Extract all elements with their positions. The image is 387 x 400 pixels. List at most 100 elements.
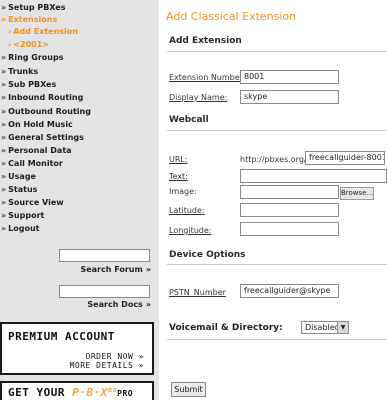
chevron-right-icon: » bbox=[1, 159, 7, 168]
chevron-right-icon: » bbox=[1, 80, 7, 89]
voicemail-directory-label: Voicemail & Directory: bbox=[169, 323, 283, 333]
sidebar-item-label: On Hold Music bbox=[8, 120, 73, 129]
voicemail-directory-select[interactable]: Disabled ▼ bbox=[301, 321, 349, 334]
sidebar-item-label: Trunks bbox=[8, 67, 39, 76]
search-docs-input[interactable] bbox=[59, 285, 150, 298]
chevron-right-icon: » bbox=[1, 15, 7, 24]
device-options-heading: Device Options bbox=[169, 250, 246, 260]
order-now-link[interactable]: ORDER NOW » bbox=[86, 352, 144, 361]
display-name-input[interactable]: skype bbox=[240, 90, 339, 104]
chevron-right-icon: › bbox=[8, 27, 12, 36]
sidebar-item-label: Extensions bbox=[8, 15, 58, 24]
sidebar-item-label: Ring Groups bbox=[8, 53, 64, 62]
add-extension-heading: Add Extension bbox=[169, 36, 242, 46]
chevron-right-icon: » bbox=[145, 265, 151, 274]
get-pbxes-pro-text: GET YOUR P·B·XesPRO bbox=[8, 386, 133, 399]
sidebar-item[interactable]: › <2001> bbox=[8, 38, 49, 51]
pbxes-logo: P·B·X bbox=[72, 386, 108, 399]
sidebar-item-label: Call Monitor bbox=[8, 159, 63, 168]
chevron-right-icon: » bbox=[1, 53, 7, 62]
chevron-right-icon: » bbox=[145, 300, 151, 309]
sidebar-item[interactable]: » Usage bbox=[1, 170, 36, 183]
page-title: Add Classical Extension bbox=[166, 10, 297, 23]
sidebar-item-label: Inbound Routing bbox=[8, 93, 84, 102]
voicemail-directory-value: Disabled bbox=[305, 323, 340, 332]
pstn-number-label: PSTN_Number bbox=[169, 288, 226, 297]
sidebar-item-label: Usage bbox=[8, 172, 36, 181]
divider bbox=[167, 339, 387, 340]
chevron-right-icon: » bbox=[1, 172, 7, 181]
sidebar-item[interactable]: › Add Extension bbox=[8, 25, 78, 38]
url-label: URL: bbox=[169, 155, 188, 164]
pstn-number-input[interactable]: freecallguider@skype bbox=[240, 284, 339, 298]
sidebar-item-label: Status bbox=[8, 185, 38, 194]
chevron-right-icon: » bbox=[1, 146, 7, 155]
premium-title: PREMIUM ACCOUNT bbox=[8, 330, 115, 343]
url-input[interactable]: freecallguider-8001 bbox=[305, 151, 385, 165]
search-docs-label: Search Docs bbox=[87, 300, 143, 309]
premium-account-banner[interactable]: PREMIUM ACCOUNT ORDER NOW » MORE DETAILS… bbox=[0, 322, 154, 375]
chevron-right-icon: » bbox=[1, 224, 7, 233]
sidebar-item-label: General Settings bbox=[8, 133, 84, 142]
sidebar-item[interactable]: » Status bbox=[1, 183, 37, 196]
sidebar-item-label: Setup PBXes bbox=[8, 3, 66, 12]
sidebar-item[interactable]: » On Hold Music bbox=[1, 118, 73, 131]
divider bbox=[167, 130, 387, 131]
sidebar-item-label: Support bbox=[8, 211, 45, 220]
chevron-right-icon: » bbox=[1, 120, 7, 129]
extension-number-label: Extension Number: bbox=[169, 73, 246, 82]
pro-label: PRO bbox=[117, 389, 134, 398]
sidebar-item[interactable]: » Logout bbox=[1, 222, 40, 235]
webcall-heading: Webcall bbox=[169, 115, 209, 125]
sidebar-item-label: Source View bbox=[8, 198, 64, 207]
sidebar-item-label: <2001> bbox=[13, 40, 49, 49]
text-input[interactable] bbox=[240, 169, 387, 183]
sidebar-item[interactable]: » Support bbox=[1, 209, 44, 222]
text-label: Text: bbox=[169, 172, 188, 181]
pbxes-logo-sup: es bbox=[107, 386, 118, 394]
get-pbxes-pro-banner[interactable]: GET YOUR P·B·XesPRO bbox=[0, 381, 154, 400]
latitude-input[interactable] bbox=[240, 203, 339, 217]
more-details-link[interactable]: MORE DETAILS » bbox=[70, 361, 144, 370]
divider bbox=[167, 264, 387, 265]
main-content: Add Classical Extension Add Extension Ex… bbox=[159, 0, 387, 400]
chevron-right-icon: » bbox=[1, 185, 7, 194]
sidebar-item-label: Sub PBXes bbox=[8, 80, 57, 89]
search-docs-link[interactable]: Search Docs» bbox=[60, 300, 151, 309]
browse-button[interactable]: Browse... bbox=[340, 187, 374, 200]
sidebar-item[interactable]: » Call Monitor bbox=[1, 157, 63, 170]
sidebar-item[interactable]: » Outbound Routing bbox=[1, 105, 91, 118]
chevron-right-icon: › bbox=[8, 40, 12, 49]
sidebar-item[interactable]: » Ring Groups bbox=[1, 51, 63, 64]
longitude-label: Longitude: bbox=[169, 226, 212, 235]
sidebar-item[interactable]: » Source View bbox=[1, 196, 64, 209]
sidebar-item-label: Outbound Routing bbox=[8, 107, 91, 116]
chevron-right-icon: » bbox=[1, 93, 7, 102]
sidebar-item[interactable]: » Trunks bbox=[1, 65, 38, 78]
chevron-right-icon: » bbox=[1, 198, 7, 207]
sidebar-item-label: Add Extension bbox=[13, 27, 78, 36]
chevron-right-icon: » bbox=[1, 107, 7, 116]
sidebar-item[interactable]: » Inbound Routing bbox=[1, 91, 83, 104]
search-forum-link[interactable]: Search Forum» bbox=[60, 265, 151, 274]
chevron-right-icon: » bbox=[1, 67, 7, 76]
latitude-label: Latitude: bbox=[169, 206, 205, 215]
sidebar: » Setup PBXes» Extensions › Add Extension › <2… bbox=[0, 0, 159, 400]
search-forum-label: Search Forum bbox=[80, 265, 143, 274]
sidebar-item-label: Logout bbox=[8, 224, 40, 233]
submit-button[interactable]: Submit bbox=[171, 382, 206, 397]
display-name-label: Display Name: bbox=[169, 93, 228, 102]
chevron-down-icon[interactable]: ▼ bbox=[337, 322, 348, 333]
sidebar-item-label: Personal Data bbox=[8, 146, 72, 155]
image-label: Image: bbox=[169, 187, 197, 196]
sidebar-item[interactable]: » Personal Data bbox=[1, 144, 72, 157]
sidebar-item[interactable]: » General Settings bbox=[1, 131, 84, 144]
extension-number-input[interactable]: 8001 bbox=[240, 70, 339, 84]
longitude-input[interactable] bbox=[240, 222, 339, 236]
divider bbox=[167, 51, 387, 52]
search-forum-input[interactable] bbox=[59, 249, 150, 262]
sidebar-item[interactable]: » Sub PBXes bbox=[1, 78, 56, 91]
url-prefix: http://pbxes.org/ bbox=[240, 155, 307, 164]
image-file-input[interactable] bbox=[240, 185, 339, 199]
get-your-label: GET YOUR bbox=[8, 386, 73, 399]
